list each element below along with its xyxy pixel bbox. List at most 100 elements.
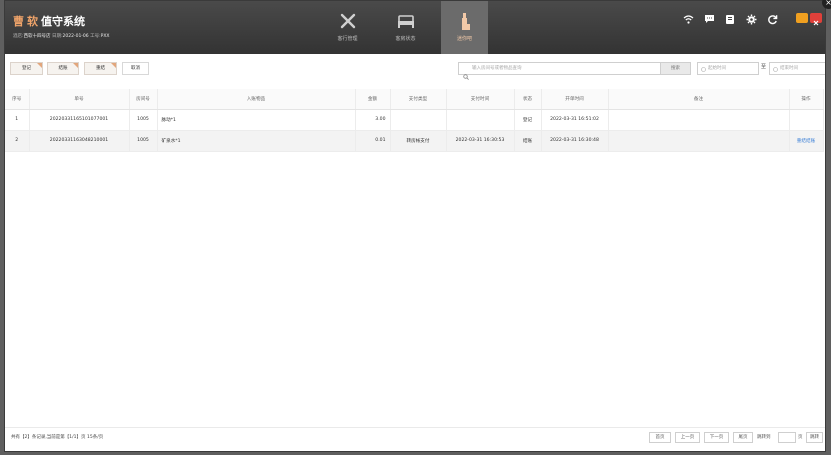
corner-mark xyxy=(72,63,78,69)
search-icon xyxy=(463,65,469,84)
end-date-field[interactable]: 结束时间 xyxy=(769,62,825,77)
cell-order: 20220331163048210001 xyxy=(29,130,130,152)
resettle-button[interactable]: 重结 xyxy=(84,62,117,75)
cell-status: 结账 xyxy=(514,130,542,152)
cell-room: 1005 xyxy=(129,130,158,152)
table-row[interactable]: 2 20220331163048210001 1005 矿泉水*1 0.01 转… xyxy=(5,130,824,152)
tab-room-status[interactable]: 客房状态 xyxy=(382,1,429,54)
close-button[interactable] xyxy=(810,13,822,26)
shop-name: 西软十四号店 xyxy=(23,34,51,39)
tab-label: 客行管理 xyxy=(337,36,358,42)
button-label: 结账 xyxy=(58,66,68,71)
shift-label: 工号: xyxy=(90,34,101,39)
tools-icon xyxy=(324,13,371,31)
search-box[interactable]: 输入房间号或者物品查询 搜索 xyxy=(458,62,691,80)
col-index: 序号 xyxy=(5,89,30,110)
records-table-container: 序号 单号 房间号 入账物品 金额 支付类型 支付时间 状态 开单时间 备注 操… xyxy=(5,89,825,152)
brand-prefix: 曹 xyxy=(13,15,24,28)
clock-icon xyxy=(701,66,706,77)
last-page-button[interactable]: 尾页 xyxy=(733,432,753,443)
next-page-button[interactable]: 下一页 xyxy=(704,432,729,443)
checkin-button[interactable]: 登记 xyxy=(10,62,43,75)
prev-page-button[interactable]: 上一页 xyxy=(675,432,700,443)
cell-status: 登记 xyxy=(514,109,542,131)
search-input[interactable]: 输入房间号或者物品查询 xyxy=(472,65,522,71)
close-icon xyxy=(813,20,819,26)
record-summary: 共有【2】条记录,当前是第【1/1】页 15条/页 xyxy=(11,435,104,440)
corner-mark xyxy=(110,63,116,69)
search-button[interactable]: 搜索 xyxy=(660,63,690,74)
button-label: 重结 xyxy=(96,66,105,71)
bed-icon xyxy=(382,13,429,31)
checkout-button[interactable]: 结账 xyxy=(47,62,79,75)
date-value: 2022-01-06 xyxy=(62,34,89,39)
col-note: 备注 xyxy=(608,89,790,110)
col-action: 操作 xyxy=(789,89,824,110)
page-number-input[interactable] xyxy=(778,432,796,443)
tab-label: 客房状态 xyxy=(395,36,416,42)
brand-mid: 软 xyxy=(27,15,38,28)
tab-label: 迷你吧 xyxy=(456,36,472,42)
app-title: 值守系统 xyxy=(41,15,85,28)
wifi-icon[interactable] xyxy=(682,13,694,25)
cell-action xyxy=(789,109,824,131)
cell-pay-time: 2022-03-31 16:30:53 xyxy=(446,130,515,152)
date-separator: 至 xyxy=(761,64,767,70)
records-table: 序号 单号 房间号 入账物品 金额 支付类型 支付时间 状态 开单时间 备注 操… xyxy=(5,89,824,152)
cell-items: 矿泉水*1 xyxy=(157,130,356,152)
cell-pay-type xyxy=(390,109,447,131)
chat-icon[interactable] xyxy=(703,13,715,25)
date-label: 日期: xyxy=(51,34,63,39)
go-button[interactable]: 跳转 xyxy=(806,432,823,443)
button-label: 登记 xyxy=(22,66,31,71)
col-order: 单号 xyxy=(29,89,130,110)
resettle-link[interactable]: 重结结账 xyxy=(789,130,824,152)
cell-pay-time xyxy=(446,109,515,131)
minimize-button[interactable] xyxy=(796,13,808,23)
cell-items: 脉动*1 xyxy=(157,109,356,131)
gear-icon[interactable] xyxy=(745,13,757,25)
cell-amount: 3.00 xyxy=(355,109,391,131)
table-row[interactable]: 1 20220331165101077001 1005 脉动*1 3.00 登记… xyxy=(5,109,824,131)
end-date-placeholder: 结束时间 xyxy=(780,66,798,71)
button-label: 取消 xyxy=(131,66,140,71)
cell-index: 1 xyxy=(5,109,30,131)
start-date-field[interactable]: 起始时间 xyxy=(697,62,759,75)
col-open-time: 开单时间 xyxy=(541,89,609,110)
tab-guest-management[interactable]: 客行管理 xyxy=(324,1,371,54)
shift-value: PXX xyxy=(100,34,110,39)
corner-mark xyxy=(36,63,42,69)
notebook-icon[interactable] xyxy=(724,13,736,25)
shop-label: 酒店: xyxy=(13,34,24,39)
cell-amount: 0.01 xyxy=(355,130,391,152)
tab-minibar[interactable]: 迷你吧 xyxy=(441,1,488,54)
col-items: 入账物品 xyxy=(157,89,356,110)
cell-note xyxy=(608,130,790,152)
shop-info: 酒店:西软十四号店 日期:2022-01-06 工号:PXX xyxy=(13,33,110,39)
cell-order: 20220331165101077001 xyxy=(29,109,130,131)
col-pay-type: 支付类型 xyxy=(390,89,447,110)
cell-open-time: 2022-03-31 16:30:48 xyxy=(541,130,609,152)
app-window: 曹软值守系统 酒店:西软十四号店 日期:2022-01-06 工号:PXX 客行… xyxy=(4,0,826,452)
refresh-icon[interactable] xyxy=(766,13,778,25)
cell-index: 2 xyxy=(5,130,30,152)
top-bar: 曹软值守系统 酒店:西软十四号店 日期:2022-01-06 工号:PXX 客行… xyxy=(5,1,825,54)
first-page-button[interactable]: 首页 xyxy=(649,432,671,443)
start-date-placeholder: 起始时间 xyxy=(708,66,726,71)
col-pay-time: 支付时间 xyxy=(446,89,515,110)
cell-pay-type: 转房帐支付 xyxy=(390,130,447,152)
cell-room: 1005 xyxy=(129,109,158,131)
col-status: 状态 xyxy=(514,89,542,110)
cell-open-time: 2022-03-31 16:51:02 xyxy=(541,109,609,131)
toolbar: 登记 结账 重结 取消 输入房间号或者物品查询 搜索 起始时间 至 结束时间 xyxy=(5,59,825,80)
app-logo: 曹软值守系统 xyxy=(13,13,85,29)
cancel-button[interactable]: 取消 xyxy=(122,62,149,75)
page-unit-label: 页 xyxy=(798,435,803,440)
clock-icon xyxy=(773,66,778,77)
col-amount: 金额 xyxy=(355,89,391,110)
jump-label: 跳转到 xyxy=(757,435,771,440)
pagination-bar: 共有【2】条记录,当前是第【1/1】页 15条/页 首页 上一页 下一页 尾页 … xyxy=(5,427,825,447)
cell-note xyxy=(608,109,790,131)
bottle-icon xyxy=(441,13,488,31)
col-room: 房间号 xyxy=(129,89,158,110)
